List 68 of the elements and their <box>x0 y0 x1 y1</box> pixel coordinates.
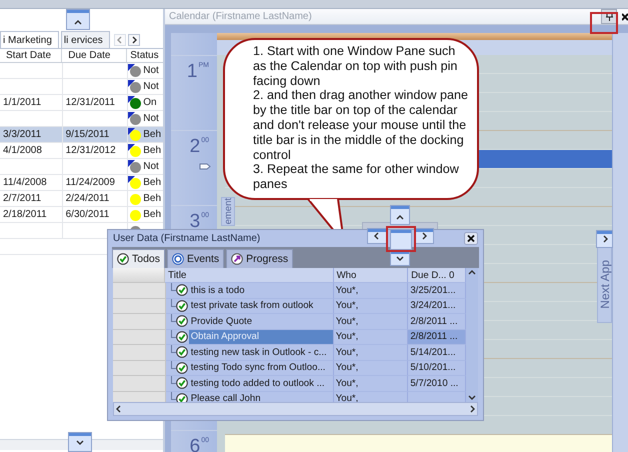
table-cell: 5/10/201... <box>410 362 456 374</box>
table-cell: 4/1/2008 <box>3 145 42 156</box>
column-header[interactable]: Who <box>334 268 408 283</box>
status-text: Beh <box>143 193 162 204</box>
table-cell: 11/24/2009 <box>66 177 115 188</box>
table-cell: 11/4/2008 <box>3 177 47 188</box>
tab[interactable]: li ervices <box>60 31 110 48</box>
table-cell: You*, <box>336 346 358 358</box>
status-text: Not <box>143 113 159 124</box>
status-text: Beh <box>143 129 162 140</box>
table-cell: 6/30/2011 <box>66 209 110 220</box>
table-row[interactable]: 1/1/2011 12/31/2011 On <box>0 95 163 111</box>
column-header[interactable]: Due D... 0 <box>408 268 466 283</box>
table-row[interactable]: 3/3/2011 9/15/2011 Beh <box>0 127 163 143</box>
table-cell: 1/1/2011 <box>3 97 42 108</box>
task-title[interactable]: Provide Quote <box>188 316 254 327</box>
callout-step: 2. and then drag another window pane by the title bar on top of the calendar and don't release your mouse until the title bar is in the middle of the docking control <box>253 88 471 162</box>
callout-step: 1. Start with one Window Pane such as the Calendar on top with push pin facing down <box>253 44 471 88</box>
task-title[interactable]: testing new task in Outlook - c... <box>188 346 329 358</box>
table-cell: You*, <box>336 331 358 342</box>
tab[interactable]: Events <box>167 249 224 268</box>
pane-title: Calendar (Firstname LastName) <box>169 11 313 22</box>
status-text: On <box>143 97 157 108</box>
table-cell: 3/24/201... <box>410 300 456 312</box>
table-row[interactable]: Not <box>0 63 163 79</box>
status-text: Beh <box>143 145 162 156</box>
table-cell: 3/25/201... <box>410 284 456 296</box>
table-cell: 2/18/2011 <box>3 209 47 220</box>
table-cell: You*, <box>336 378 358 389</box>
table-cell: 3/3/2011 <box>3 129 42 140</box>
callout-step: 3. Repeat the same for other window panes <box>253 162 471 192</box>
task-title[interactable]: this is a todo <box>188 284 247 296</box>
table-cell: 2/7/2011 <box>3 193 42 204</box>
table-row[interactable]: Not <box>0 79 163 95</box>
column-header[interactable]: Due Date <box>62 49 128 62</box>
status-text: Beh <box>143 209 162 220</box>
task-title[interactable]: test private task from outlook <box>188 300 316 312</box>
table-cell: 2/24/2011 <box>66 193 110 204</box>
table-row[interactable]: 11/4/2008 11/24/2009 Beh <box>0 175 163 191</box>
table-cell: 12/31/2012 <box>66 145 116 156</box>
column-header[interactable]: Start Date <box>0 49 62 62</box>
table-cell: You*, <box>336 300 358 312</box>
table-cell: 9/15/2011 <box>66 129 110 140</box>
table-cell: You*, <box>336 316 358 327</box>
column-header[interactable]: Title <box>164 268 334 283</box>
status-text: Not <box>143 161 159 172</box>
table-row[interactable]: 2/7/2011 2/24/2011 Beh <box>0 191 163 207</box>
tab[interactable]: i Marketing <box>0 31 59 48</box>
status-text: Not <box>143 81 159 92</box>
table-cell: 5/14/201... <box>410 346 456 358</box>
table-cell: You*, <box>336 284 358 296</box>
table-cell: You*, <box>336 362 358 374</box>
task-title[interactable]: testing todo added to outlook ... <box>188 378 327 389</box>
table-cell: 12/31/2011 <box>66 97 115 108</box>
table-row[interactable]: 4/1/2008 12/31/2012 Beh <box>0 143 163 159</box>
task-title[interactable]: Please call John <box>188 393 263 402</box>
table-row[interactable]: 2/18/2011 6/30/2011 Beh <box>0 207 163 223</box>
pane-title: User Data (Firstname LastName) <box>113 233 260 244</box>
table-cell: 2/8/2011 ... <box>410 316 458 327</box>
table-row[interactable]: Not <box>0 159 163 175</box>
task-title[interactable]: testing Todo sync from Outloo... <box>188 362 328 374</box>
status-text: Beh <box>143 177 162 188</box>
table-cell: 2/8/2011 ... <box>410 331 458 342</box>
table-cell: 5/7/2010 ... <box>410 378 458 389</box>
tab[interactable]: Progress <box>226 249 294 268</box>
status-text: Not <box>143 65 159 76</box>
tab[interactable]: Todos <box>112 249 166 268</box>
column-header[interactable]: Status <box>127 49 163 62</box>
